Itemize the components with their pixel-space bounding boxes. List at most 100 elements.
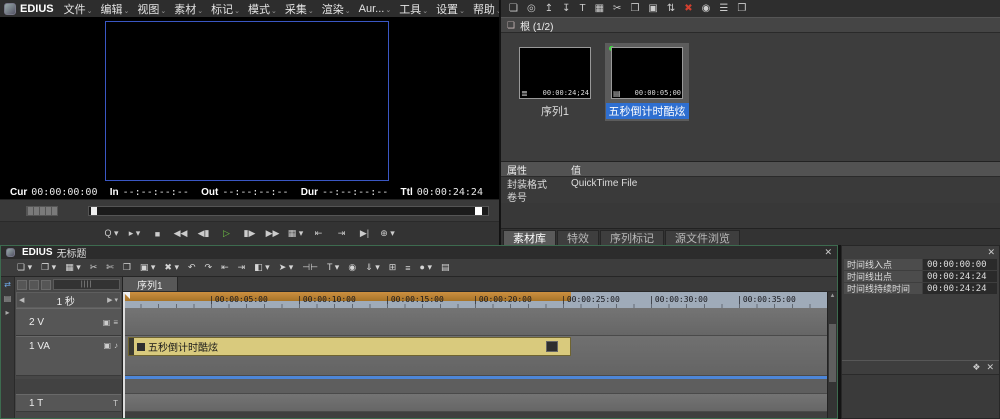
export-icon[interactable]: ⇓ ▾: [365, 262, 380, 273]
ripple-cut-icon[interactable]: ✄: [106, 262, 114, 273]
menu-item[interactable]: 编辑: [97, 1, 134, 17]
capture-icon[interactable]: ◉: [702, 3, 711, 14]
scrollbar-thumb[interactable]: [829, 324, 836, 382]
scale-dropdown-icon[interactable]: ▾: [114, 296, 118, 304]
render-icon[interactable]: ● ▾: [420, 262, 432, 273]
bin-clip-sequence1[interactable]: ≣ 00:00:24;24 序列1: [513, 43, 597, 121]
rewind-button[interactable]: ◀◀: [173, 226, 189, 242]
position-handle[interactable]: [91, 207, 97, 215]
timeline-ruler[interactable]: 00:00:05:0000:00:10:0000:00:15:0000:00:2…: [123, 292, 837, 308]
track-header-1t[interactable]: 1 T T: [16, 394, 121, 412]
menu-item[interactable]: 渲染: [318, 1, 355, 17]
new-folder-icon[interactable]: ❏: [509, 3, 518, 14]
property-row[interactable]: 封装格式 QuickTime File: [501, 177, 1000, 190]
delete-icon[interactable]: ✖ ▾: [164, 262, 179, 273]
play-button[interactable]: ▷: [219, 226, 235, 242]
menu-item[interactable]: 素材: [170, 1, 207, 17]
track-list-icon[interactable]: ▤: [4, 294, 12, 303]
export-menu-button[interactable]: ⊕ ▾: [380, 226, 396, 242]
copy-icon[interactable]: ❒: [630, 3, 639, 14]
menu-item[interactable]: 模式: [244, 1, 281, 17]
grid-icon[interactable]: ⊞: [389, 262, 397, 273]
audio-mute-icon[interactable]: [29, 280, 39, 290]
track-1t-lane[interactable]: [123, 394, 837, 412]
close-icon[interactable]: ✕: [986, 362, 994, 373]
clip-thumbnail[interactable]: ≣ 00:00:24;24: [519, 47, 591, 99]
title-icon[interactable]: T ▾: [327, 262, 339, 273]
next-frame-button[interactable]: ▮▶: [242, 226, 258, 242]
track-lock-icon[interactable]: ≡: [113, 318, 118, 327]
transfer-icon[interactable]: ⇅: [667, 3, 675, 14]
vertical-scrollbar[interactable]: ▲: [827, 292, 837, 418]
open-project-icon[interactable]: ❐ ▾: [41, 262, 56, 273]
track-mute-icon[interactable]: ▣: [103, 318, 111, 327]
move-up-icon[interactable]: ↥: [545, 3, 553, 14]
menu-item[interactable]: 帮助: [469, 1, 500, 17]
undo-icon[interactable]: ↶: [188, 262, 196, 273]
menu-item[interactable]: 设置: [432, 1, 469, 17]
menu-item[interactable]: 视图: [133, 1, 170, 17]
track-header-2v[interactable]: 2 V ▣ ≡: [16, 308, 121, 336]
sync-lock-icon[interactable]: ⇄: [4, 280, 11, 289]
track-patch-icon[interactable]: ||||: [53, 279, 120, 290]
search-icon[interactable]: ◎: [527, 3, 536, 14]
copy-icon[interactable]: ❒: [123, 262, 131, 273]
scale-increase-icon[interactable]: ▶: [107, 296, 112, 304]
dock-icon[interactable]: ❖: [972, 362, 980, 373]
delete-icon[interactable]: ✖: [684, 3, 692, 14]
paste-icon[interactable]: ▣: [648, 3, 657, 14]
properties-icon[interactable]: ☰: [719, 3, 728, 14]
track-header-1va[interactable]: 1 VA ▣ ♪: [16, 336, 121, 376]
empty-track-lane[interactable]: [123, 379, 837, 394]
menu-item[interactable]: 标记: [207, 1, 244, 17]
play-around-cursor-button[interactable]: ▶|: [357, 226, 373, 242]
new-sequence-icon[interactable]: ❏ ▾: [17, 262, 32, 273]
set-out-icon[interactable]: ⇥: [238, 262, 246, 273]
close-icon[interactable]: ✕: [824, 247, 832, 258]
clip-name-label[interactable]: 五秒倒计时酷炫: [606, 103, 689, 119]
video-mute-icon[interactable]: [17, 280, 27, 290]
scale-decrease-icon[interactable]: ◀: [19, 296, 24, 304]
track-audio-icon[interactable]: ♪: [114, 341, 118, 350]
tab-effects[interactable]: 特效: [557, 230, 599, 245]
add-transition-icon[interactable]: ◧ ▾: [254, 262, 270, 273]
goto-out-button[interactable]: ⇥: [334, 226, 350, 242]
panel-expand-icon[interactable]: ▸: [5, 308, 9, 317]
set-in-icon[interactable]: ⇤: [221, 262, 229, 273]
clip-name-label[interactable]: 序列1: [538, 103, 572, 119]
cut-icon[interactable]: ✂: [90, 262, 98, 273]
panel-icon[interactable]: ▤: [441, 262, 450, 273]
tab-source-browser[interactable]: 源文件浏览: [665, 230, 740, 245]
tab-bin[interactable]: 素材库: [503, 230, 556, 245]
playback-menu-button[interactable]: ▸ ▾: [127, 226, 143, 242]
redo-icon[interactable]: ↷: [205, 262, 213, 273]
clip-end-marker[interactable]: [546, 341, 558, 352]
track-1va-lane[interactable]: 五秒倒计时酷炫: [123, 336, 837, 376]
timescale-selector[interactable]: ◀ 1 秒 ▶ ▾: [16, 292, 121, 308]
track-mute-icon[interactable]: ▣: [103, 341, 111, 350]
close-icon[interactable]: ✕: [987, 247, 995, 258]
edit-mode-icon[interactable]: ➤ ▾: [279, 262, 294, 273]
playhead[interactable]: [123, 292, 125, 418]
stop-button[interactable]: ■: [150, 226, 166, 242]
monitor-mode-button[interactable]: ▦ ▾: [288, 226, 304, 242]
save-project-icon[interactable]: ▦ ▾: [65, 262, 81, 273]
voiceover-icon[interactable]: ◉: [348, 262, 356, 273]
clip-left-handle[interactable]: [129, 338, 134, 355]
shuttle-control[interactable]: [26, 206, 58, 216]
sync-mode-icon[interactable]: [41, 280, 51, 290]
current-folder-label[interactable]: 根 (1/2): [520, 18, 553, 33]
layout-icon[interactable]: ❐: [737, 3, 746, 14]
track-title-icon[interactable]: T: [113, 399, 118, 408]
cut-icon[interactable]: ✂: [613, 3, 621, 14]
value-column-header[interactable]: 值: [571, 162, 581, 177]
prev-frame-button[interactable]: ◀▮: [196, 226, 212, 242]
property-column-header[interactable]: 属性: [501, 162, 571, 177]
menu-item[interactable]: Aur...: [355, 3, 396, 15]
trim-icon[interactable]: ⊣⊢: [302, 262, 318, 273]
position-slider[interactable]: [88, 206, 489, 216]
move-down-icon[interactable]: ↧: [562, 3, 570, 14]
tab-sequence1[interactable]: 序列1: [123, 277, 178, 291]
fast-forward-button[interactable]: ▶▶: [265, 226, 281, 242]
mixer-icon[interactable]: ≡: [405, 263, 410, 273]
